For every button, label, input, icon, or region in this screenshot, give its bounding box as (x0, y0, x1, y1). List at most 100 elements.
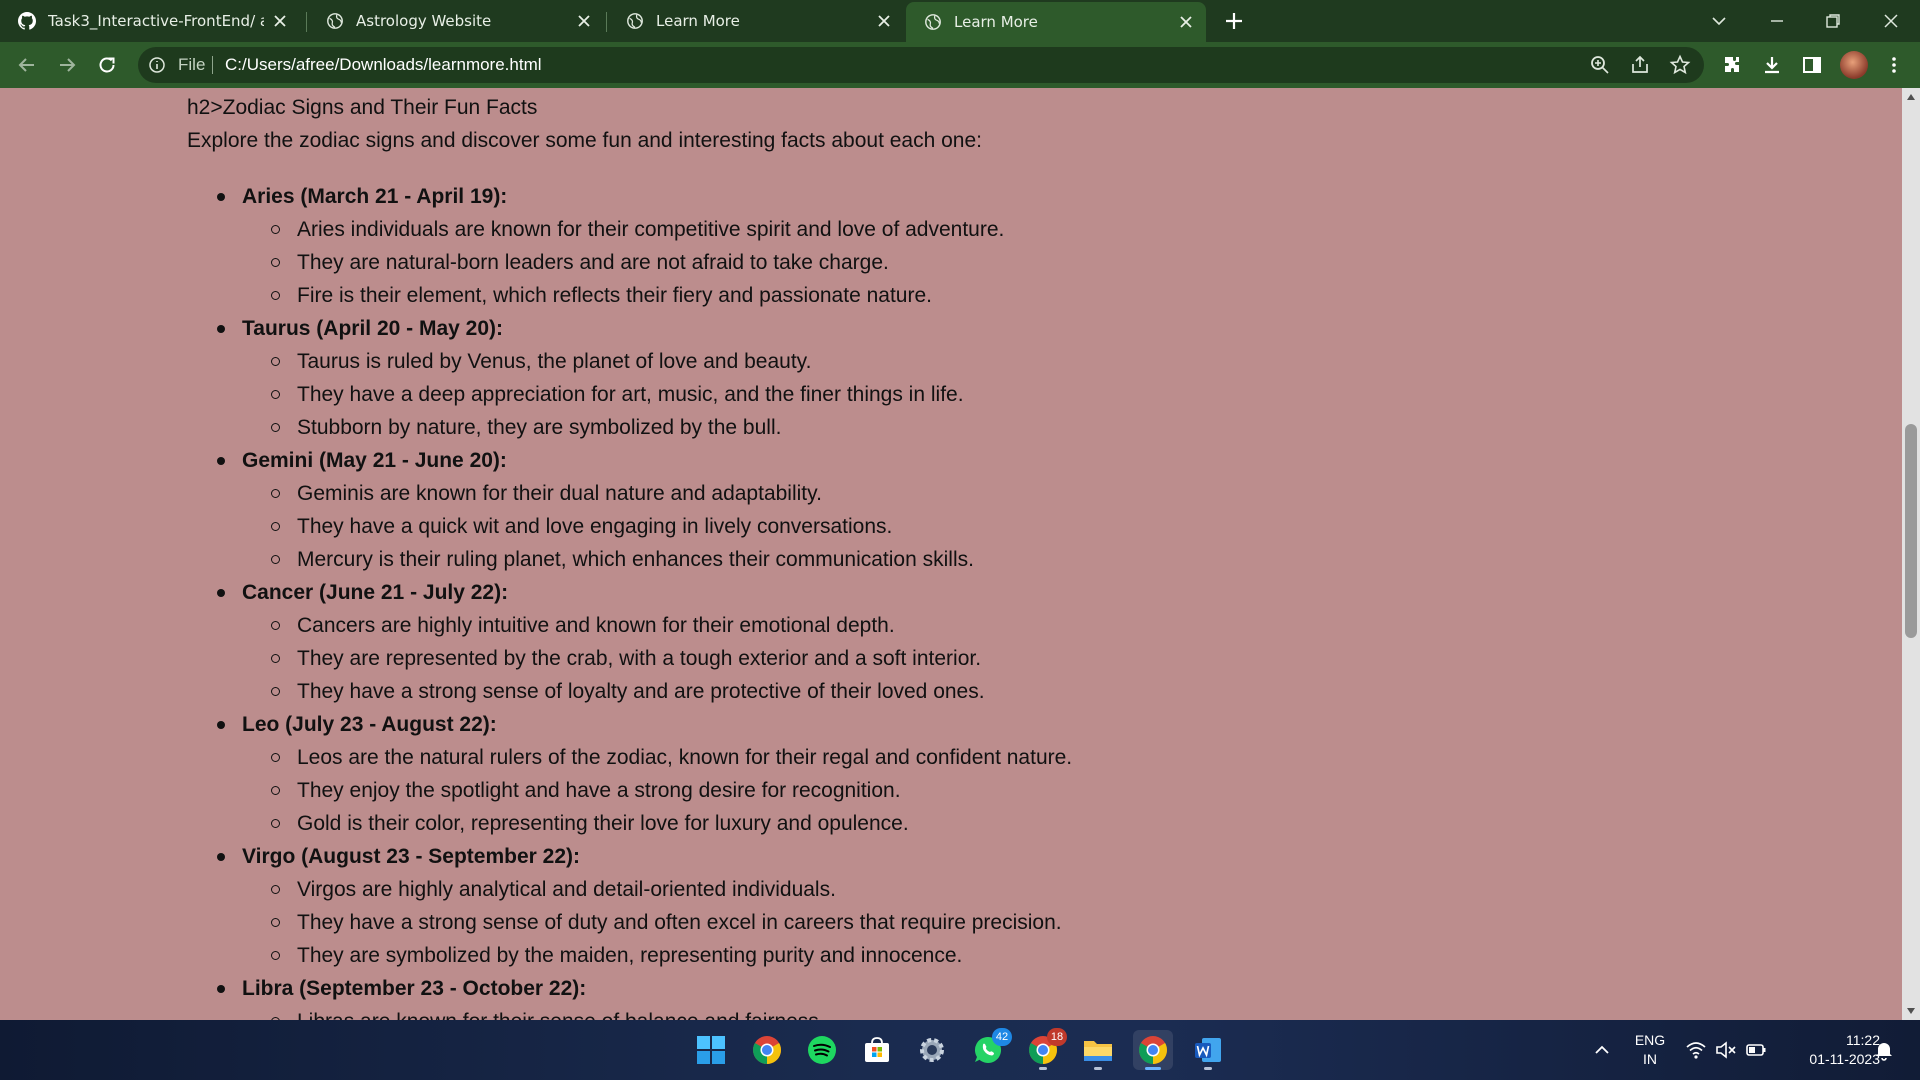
taskbar-file-explorer[interactable] (1078, 1030, 1118, 1070)
battery-icon[interactable] (1744, 1038, 1768, 1062)
reload-icon[interactable] (95, 53, 119, 77)
chevron-up-icon[interactable] (1590, 1038, 1614, 1062)
close-icon[interactable] (272, 13, 288, 29)
scroll-thumb[interactable] (1905, 424, 1917, 638)
bullet-disc-icon (217, 457, 225, 465)
clock-date: 01-11-2023 (1809, 1051, 1880, 1067)
zodiac-sign-item: Aries (March 21 - April 19): Aries indivi… (187, 180, 1687, 312)
tab-learn-more[interactable]: Learn More (608, 0, 904, 42)
taskbar-chrome[interactable] (747, 1030, 787, 1070)
address-url[interactable]: C:/Users/afree/Downloads/learnmore.html (225, 47, 542, 83)
bullet-circle-icon (271, 489, 280, 498)
page-scrollbar[interactable] (1902, 88, 1920, 1020)
clock[interactable]: 11:22 01-11-2023 (1780, 1031, 1880, 1069)
scroll-up-arrow-icon[interactable] (1907, 94, 1915, 100)
close-window-icon[interactable] (1878, 8, 1904, 34)
zodiac-fact-item: Libras are known for their sense of bala… (242, 1005, 1687, 1020)
close-icon[interactable] (576, 13, 592, 29)
forward-arrow-icon[interactable] (55, 53, 79, 77)
scroll-down-arrow-icon[interactable] (1907, 1008, 1915, 1014)
tab-title: Learn More (656, 12, 740, 30)
zoom-icon[interactable] (1588, 53, 1612, 77)
taskbar-chrome-active[interactable] (1133, 1030, 1173, 1070)
start-button[interactable] (691, 1030, 731, 1070)
tab-divider (606, 12, 607, 32)
tab-search-chevron-down-icon[interactable] (1706, 8, 1732, 34)
zodiac-fact-text: They are natural-born leaders and are no… (297, 251, 889, 274)
zodiac-sign-item: Leo (July 23 - August 22): Leos are the n… (187, 708, 1687, 840)
language-indicator[interactable]: ENG IN (1630, 1031, 1670, 1069)
speaker-muted-icon[interactable] (1714, 1038, 1738, 1062)
notification-bell-icon[interactable] (1872, 1038, 1896, 1062)
zodiac-fact-text: Libras are known for their sense of bala… (297, 1010, 825, 1020)
share-icon[interactable] (1628, 53, 1652, 77)
profile-avatar[interactable] (1840, 51, 1868, 79)
taskbar-spotify[interactable] (802, 1030, 842, 1070)
zodiac-fact-item: Fire is their element, which reflects th… (242, 279, 1687, 312)
zodiac-fact-text: Gold is their color, representing their … (297, 812, 909, 835)
github-icon (18, 12, 36, 30)
side-panel-icon[interactable] (1800, 53, 1824, 77)
zodiac-sign-item: Virgo (August 23 - September 22): Virgos … (187, 840, 1687, 972)
zodiac-fact-text: They are represented by the crab, with a… (297, 647, 982, 670)
wifi-icon[interactable] (1684, 1038, 1708, 1062)
tab-astrology-website[interactable]: Astrology Website (308, 0, 604, 42)
zodiac-facts-list: Libras are known for their sense of bala… (242, 1005, 1687, 1020)
close-icon[interactable] (876, 13, 892, 29)
zodiac-fact-text: Aries individuals are known for their co… (297, 218, 1005, 241)
info-icon[interactable] (148, 56, 166, 74)
zodiac-fact-text: They have a deep appreciation for art, m… (297, 383, 964, 406)
bullet-circle-icon (271, 621, 280, 630)
active-indicator (1145, 1067, 1161, 1070)
chrome-profile-badge: 18 (1047, 1028, 1067, 1046)
zodiac-fact-item: They have a strong sense of loyalty and … (242, 675, 1687, 708)
bookmark-star-icon[interactable] (1668, 53, 1692, 77)
windows-taskbar: 42 18 ENG IN 11:22 01-11-2023 (0, 1020, 1920, 1080)
globe-icon (627, 13, 643, 29)
tab-divider (306, 12, 307, 32)
new-tab-plus-icon[interactable] (1222, 9, 1246, 33)
bullet-circle-icon (271, 258, 280, 267)
globe-icon (327, 13, 343, 29)
running-indicator (1094, 1067, 1102, 1070)
browser-toolbar: File C:/Users/afree/Downloads/learnmore.… (0, 42, 1920, 88)
page-heading-text: h2>Zodiac Signs and Their Fun Facts (187, 96, 538, 119)
bullet-circle-icon (271, 522, 280, 531)
zodiac-fact-text: Leos are the natural rulers of the zodia… (297, 746, 1073, 769)
whatsapp-unread-badge: 42 (992, 1028, 1012, 1046)
more-menu-icon[interactable] (1882, 53, 1906, 77)
back-arrow-icon[interactable] (15, 53, 39, 77)
zodiac-fact-item: They are represented by the crab, with a… (242, 642, 1687, 675)
tab-title: Learn More (954, 13, 1038, 31)
taskbar-whatsapp[interactable]: 42 (968, 1028, 1012, 1070)
zodiac-facts-list: Cancers are highly intuitive and known f… (242, 609, 1687, 708)
zodiac-fact-item: Aries individuals are known for their co… (242, 213, 1687, 246)
page-viewport: h2>Zodiac Signs and Their Fun Facts Expl… (0, 88, 1902, 1020)
bullet-circle-icon (271, 951, 280, 960)
minimize-icon[interactable] (1764, 8, 1790, 34)
bullet-disc-icon (217, 325, 225, 333)
download-icon[interactable] (1760, 53, 1784, 77)
taskbar-microsoft-store[interactable] (857, 1030, 897, 1070)
zodiac-sign-item: Libra (September 23 - October 22): Libras… (187, 972, 1687, 1020)
extensions-puzzle-icon[interactable] (1720, 53, 1744, 77)
bullet-disc-icon (217, 721, 225, 729)
bullet-circle-icon (271, 423, 280, 432)
windows-logo-icon (697, 1036, 725, 1064)
taskbar-settings[interactable] (912, 1030, 952, 1070)
address-divider (212, 56, 213, 74)
taskbar-word[interactable] (1188, 1030, 1228, 1070)
close-icon[interactable] (1178, 14, 1194, 30)
region-code: IN (1643, 1051, 1657, 1067)
zodiac-fact-item: They are symbolized by the maiden, repre… (242, 939, 1687, 972)
zodiac-fact-item: Leos are the natural rulers of the zodia… (242, 741, 1687, 774)
bullet-circle-icon (271, 390, 280, 399)
tab-github[interactable]: Task3_Interactive-FrontEnd/ at m (0, 0, 300, 42)
address-bar[interactable]: File C:/Users/afree/Downloads/learnmore.… (138, 47, 1704, 83)
bullet-circle-icon (271, 357, 280, 366)
tab-learn-more-active[interactable]: Learn More (906, 2, 1206, 42)
restore-icon[interactable] (1820, 8, 1846, 34)
zodiac-sign-item: Taurus (April 20 - May 20): Taurus is rul… (187, 312, 1687, 444)
zodiac-sign-title: Taurus (April 20 - May 20): (242, 317, 504, 340)
taskbar-chrome-profile[interactable]: 18 (1023, 1028, 1067, 1070)
